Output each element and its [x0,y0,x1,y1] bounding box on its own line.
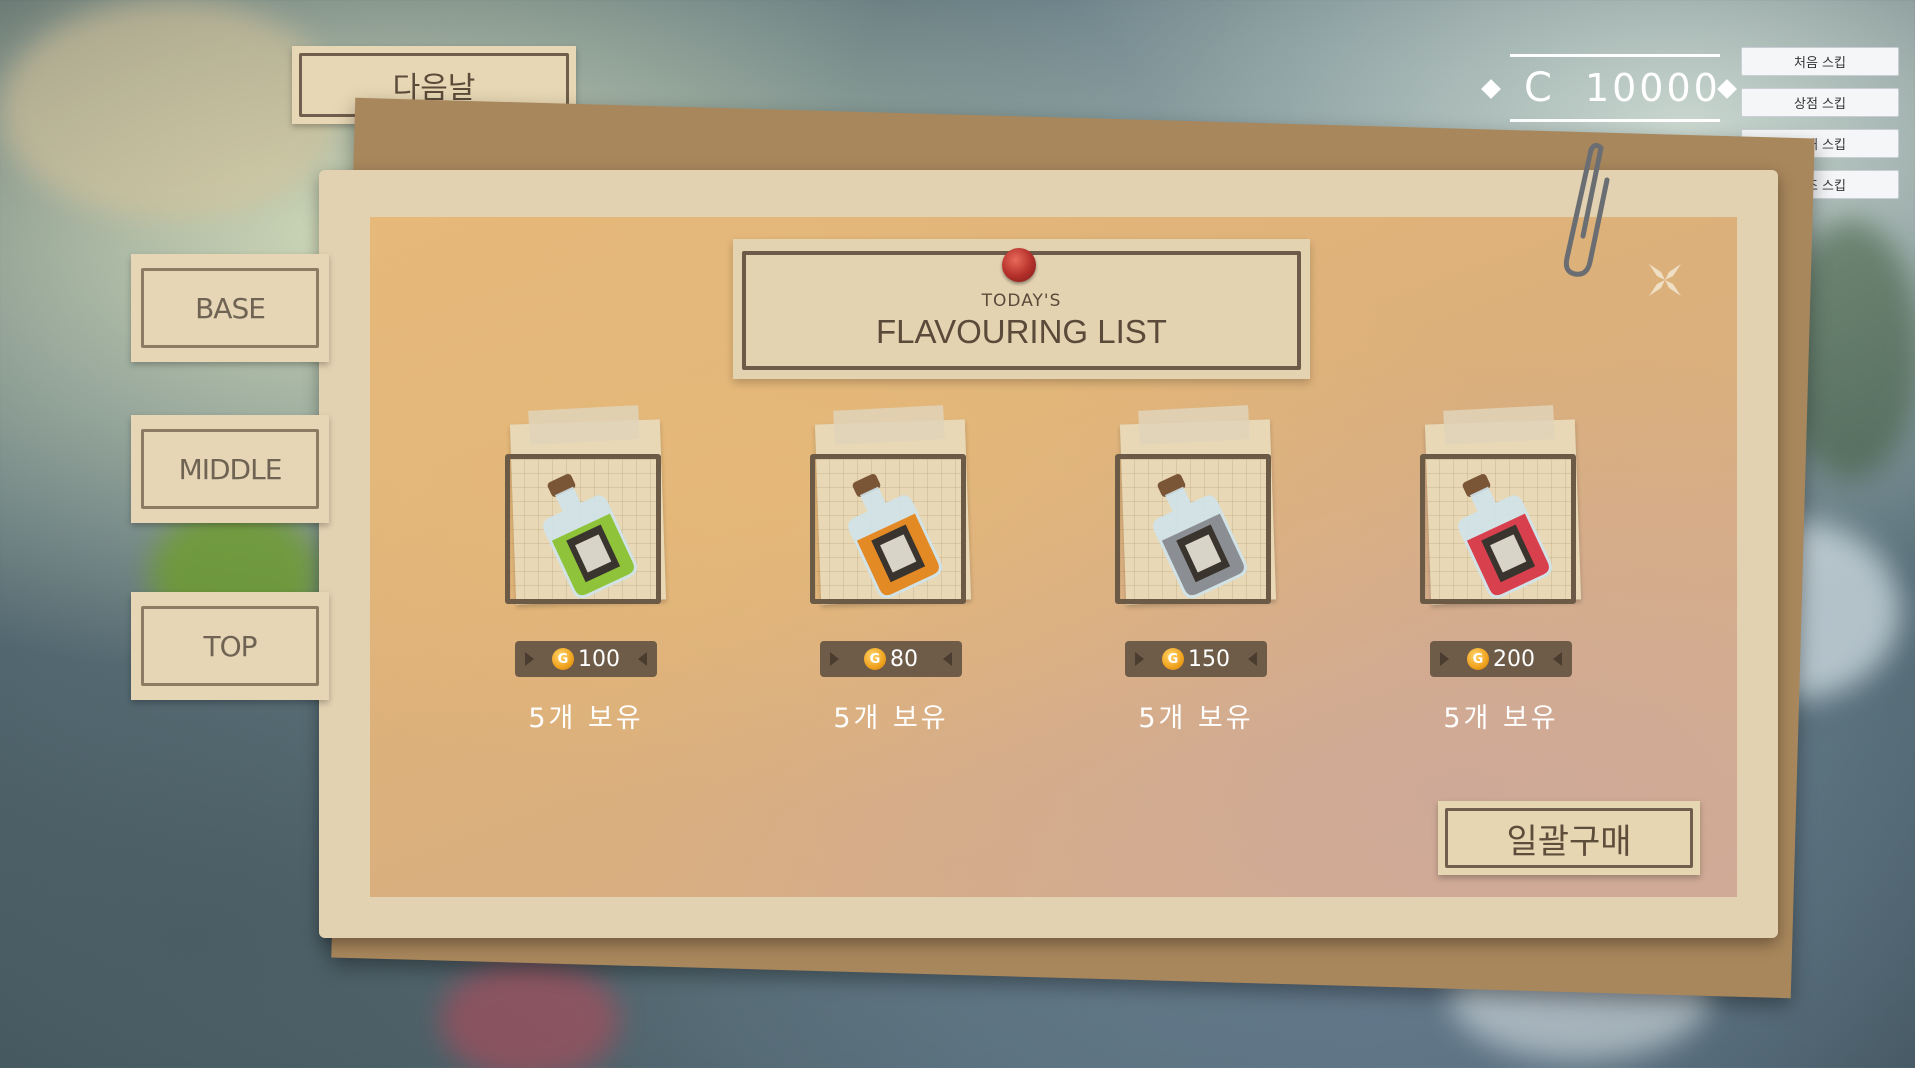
skip-first-button[interactable]: 처음 스킵 [1741,47,1899,76]
page-title: FLAVOURING LIST [876,313,1167,350]
coin-icon: G [552,648,574,670]
background-blur [440,960,620,1068]
currency-symbol: C [1524,65,1555,111]
owned-count: 5개 보유 [1443,703,1559,734]
currency-display: C 10000 [1480,48,1737,128]
price-tag: G 80 [820,641,962,677]
owned-count: 5개 보유 [1138,703,1254,734]
tab-label: TOP [203,629,257,663]
card-tape [1138,405,1250,445]
buy-all-button[interactable]: 일괄구매 [1438,801,1700,875]
card-tape [833,405,945,445]
ornament-icon [1481,79,1501,99]
item-price: 100 [578,646,620,672]
item-price: 80 [890,646,918,672]
item-price: 150 [1188,646,1230,672]
owned-count: 5개 보유 [528,703,644,734]
gray-potion-icon [1153,474,1248,599]
skip-shop-button[interactable]: 상점 스킵 [1741,88,1899,117]
red-potion-icon [1458,474,1553,599]
item-card[interactable] [1111,405,1281,620]
tab-middle[interactable]: MIDDLE [131,415,329,523]
buy-all-label: 일괄구매 [1506,821,1632,862]
coin-icon: G [1467,648,1489,670]
tab-top[interactable]: TOP [131,592,329,700]
card-tape [1443,405,1555,445]
currency-value: 10000 [1584,66,1721,110]
tab-base[interactable]: BASE [131,254,329,362]
close-icon[interactable] [1643,258,1687,302]
green-potion-icon [543,474,638,599]
price-tag: G 150 [1125,641,1267,677]
title-sub: TODAY'S [981,291,1062,311]
coin-icon: G [864,648,886,670]
orange-potion-icon [848,474,943,599]
item-card[interactable] [501,405,671,620]
pin-icon [1002,248,1036,282]
owned-count: 5개 보유 [833,703,949,734]
coin-icon: G [1162,648,1184,670]
price-tag: G 200 [1430,641,1572,677]
tab-label: MIDDLE [178,452,283,486]
background-blur [0,0,340,220]
card-tape [528,405,640,445]
price-tag: G 100 [515,641,657,677]
paperclip-icon [1563,142,1610,277]
item-card[interactable] [1416,405,1586,620]
tab-label: BASE [195,291,266,325]
item-card[interactable] [806,405,976,620]
item-price: 200 [1493,646,1535,672]
